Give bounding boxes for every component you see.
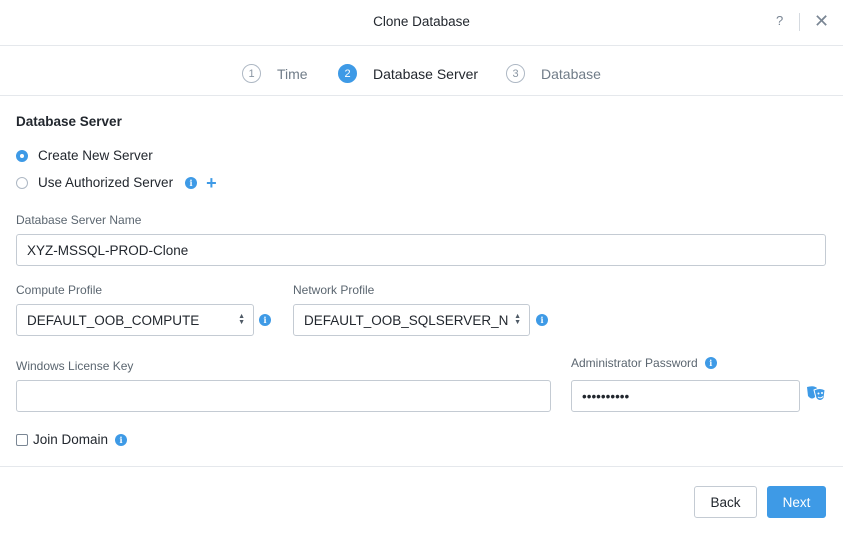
step-time[interactable]: 1 Time (242, 64, 308, 83)
join-domain-row[interactable]: Join Domain i (16, 432, 128, 447)
server-name-label: Database Server Name (16, 213, 142, 227)
close-icon[interactable]: ✕ (814, 10, 829, 32)
step-database[interactable]: 3 Database (506, 64, 601, 83)
radio-button[interactable] (16, 149, 28, 162)
info-icon[interactable]: i (536, 314, 548, 326)
back-button[interactable]: Back (694, 486, 757, 518)
network-profile-value: DEFAULT_OOB_SQLSERVER_N (304, 312, 509, 328)
add-icon[interactable]: + (206, 174, 217, 192)
compute-profile-label: Compute Profile (16, 283, 103, 297)
network-profile-select[interactable]: DEFAULT_OOB_SQLSERVER_N ▲ ▼ (293, 304, 530, 336)
radio-use-authorized-server[interactable]: Use Authorized Server i + (16, 174, 217, 192)
select-arrows-icon: ▲ ▼ (238, 313, 245, 326)
help-icon[interactable]: ? (776, 13, 783, 28)
info-icon[interactable]: i (115, 433, 128, 446)
server-name-value: XYZ-MSSQL-PROD-Clone (27, 242, 189, 258)
admin-password-label: Administrator Password (571, 356, 698, 370)
footer-divider (0, 466, 843, 467)
dialog-header: Clone Database ? ✕ (0, 0, 843, 46)
join-domain-label: Join Domain (33, 432, 109, 447)
step-number: 3 (506, 64, 525, 83)
admin-password-value: •••••••••• (582, 388, 630, 404)
radio-label: Use Authorized Server (38, 175, 174, 190)
compute-profile-value: DEFAULT_OOB_COMPUTE (27, 312, 200, 328)
info-icon[interactable]: i (704, 357, 717, 369)
license-key-input[interactable] (16, 380, 551, 412)
step-label: Database (541, 65, 601, 82)
header-divider (799, 13, 800, 31)
step-label: Time (277, 65, 308, 82)
dialog-title: Clone Database (373, 14, 470, 29)
step-database-server[interactable]: 2 Database Server (338, 64, 478, 83)
next-button[interactable]: Next (767, 486, 826, 518)
network-profile-label: Network Profile (293, 283, 375, 297)
section-title: Database Server (16, 114, 122, 129)
compute-profile-select[interactable]: DEFAULT_OOB_COMPUTE ▲ ▼ (16, 304, 254, 336)
join-domain-checkbox[interactable] (16, 433, 28, 446)
info-icon[interactable]: i (185, 176, 198, 189)
step-number: 1 (242, 64, 261, 83)
select-arrows-icon: ▲ ▼ (514, 313, 521, 326)
wizard-stepper: 1 Time 2 Database Server 3 Database (0, 46, 843, 96)
radio-button[interactable] (16, 176, 28, 189)
clone-database-dialog: Clone Database ? ✕ 1 Time 2 Database Ser… (0, 0, 843, 535)
admin-password-label-row: Administrator Password i (571, 356, 717, 370)
radio-label: Create New Server (38, 148, 153, 163)
step-label: Database Server (373, 65, 479, 82)
admin-password-input[interactable]: •••••••••• (571, 380, 800, 412)
step-number: 2 (338, 64, 357, 83)
server-name-input[interactable]: XYZ-MSSQL-PROD-Clone (16, 234, 826, 266)
radio-create-new-server[interactable]: Create New Server (16, 148, 153, 163)
masks-icon[interactable] (805, 385, 827, 403)
license-key-label: Windows License Key (16, 359, 134, 373)
info-icon[interactable]: i (259, 314, 271, 326)
